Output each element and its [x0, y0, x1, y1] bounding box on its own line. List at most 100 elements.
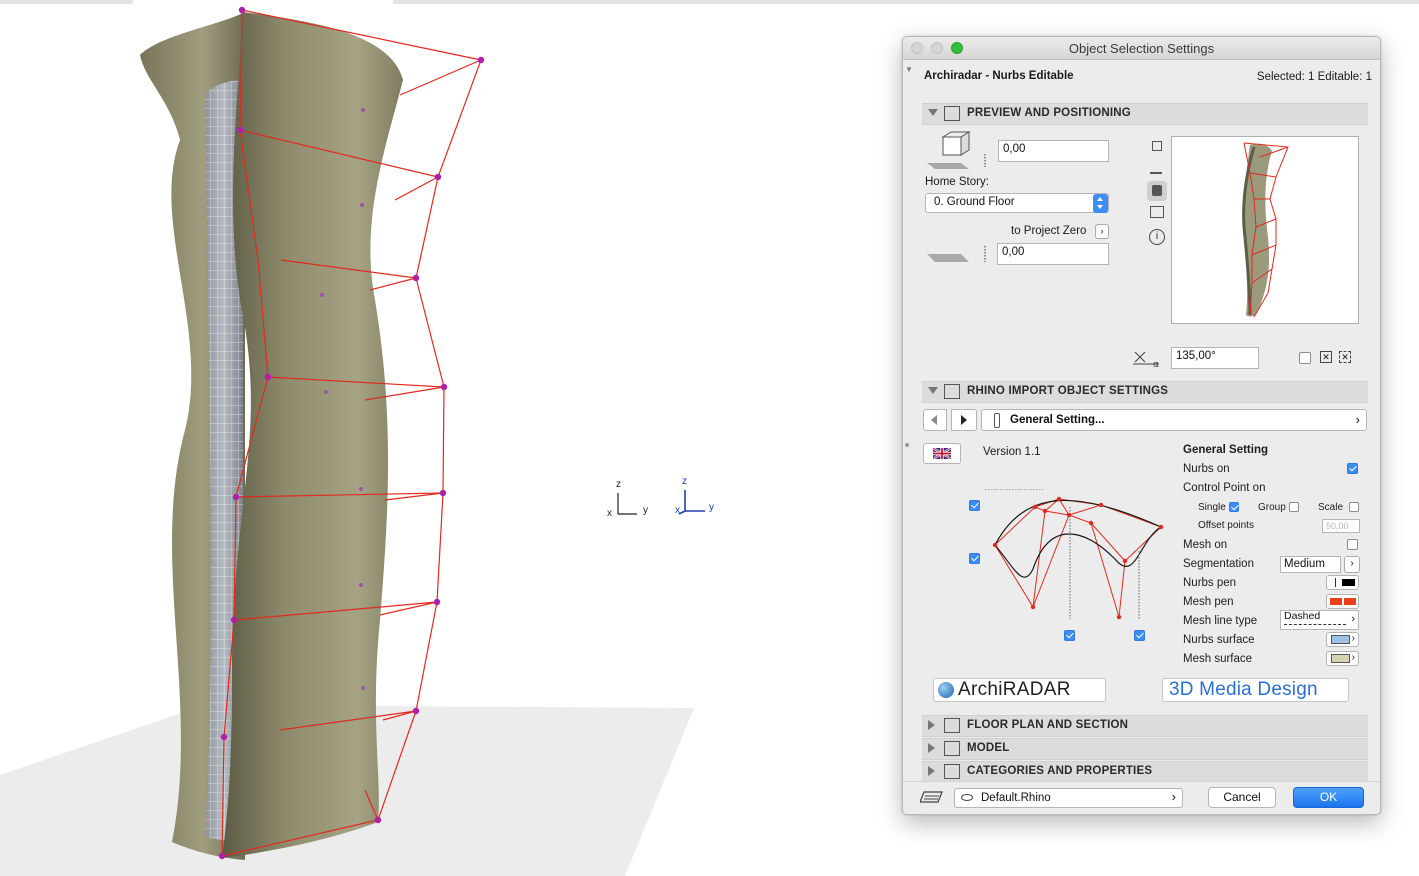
- section-view-icon[interactable]: [1150, 163, 1162, 174]
- offset-points-field[interactable]: 50,00: [1322, 519, 1360, 533]
- uk-flag-icon: [933, 448, 951, 459]
- section-rhino-import[interactable]: RHINO IMPORT OBJECT SETTINGS: [922, 381, 1368, 403]
- nurbs-on-label: Nurbs on: [1183, 463, 1230, 475]
- mesh-surface-label: Mesh surface: [1183, 653, 1253, 665]
- preview-render: [1242, 142, 1289, 318]
- section-model[interactable]: MODEL: [922, 738, 1368, 760]
- nurbs-pen-swatch: [1342, 579, 1355, 586]
- rotation-angle-field[interactable]: 135,00°: [1171, 347, 1259, 369]
- dialog-title: Object Selection Settings: [1068, 41, 1215, 56]
- project-zero-icon: [927, 246, 986, 262]
- mirror-x-icon[interactable]: ✕: [1320, 351, 1332, 363]
- segmentation-field[interactable]: Medium: [1280, 556, 1341, 573]
- next-page-button[interactable]: [951, 409, 977, 431]
- group-label: Group: [1258, 502, 1286, 513]
- to-project-zero-label: to Project Zero: [1011, 225, 1087, 237]
- 3d-media-design-logo[interactable]: 3D Media Design: [1162, 678, 1349, 702]
- segmentation-label: Segmentation: [1183, 558, 1254, 570]
- single-checkbox[interactable]: [1229, 502, 1239, 512]
- favorite-select[interactable]: Default.Rhino ›: [954, 788, 1183, 808]
- nurbs-surface-button[interactable]: ›: [1326, 632, 1359, 647]
- nurbs-pen-button[interactable]: [1326, 575, 1359, 590]
- setting-page-select[interactable]: General Setting... ›: [981, 409, 1367, 431]
- plan-view-icon[interactable]: [1152, 141, 1162, 151]
- axis-y-label-blue: y: [709, 502, 714, 513]
- language-flag-button[interactable]: [923, 443, 961, 464]
- floor-plan-icon: [944, 718, 960, 733]
- section-floor-plan[interactable]: FLOOR PLAN AND SECTION: [922, 715, 1368, 737]
- previous-page-button[interactable]: [923, 409, 947, 431]
- selection-info: Selected: 1 Editable: 1: [1256, 71, 1372, 83]
- resize-dot: [905, 443, 909, 447]
- home-story-stepper[interactable]: [1093, 194, 1108, 213]
- object-preview[interactable]: [1171, 136, 1359, 324]
- preview-positioning-icon: [944, 106, 960, 121]
- mesh-line-type-field[interactable]: Dashed ›: [1280, 610, 1359, 630]
- scale-label: Scale: [1318, 502, 1344, 513]
- nurbs-surface-swatch: [1331, 635, 1350, 644]
- single-label: Single: [1198, 502, 1226, 513]
- info-icon[interactable]: i: [1149, 229, 1165, 245]
- chevron-right-icon: ›: [1355, 412, 1360, 427]
- to-project-zero-chevron-icon[interactable]: ›: [1095, 224, 1109, 239]
- home-story-select[interactable]: 0. Ground Floor: [925, 193, 1109, 213]
- mirror-dashed-icon[interactable]: ✕: [1339, 351, 1351, 363]
- eye-icon: [961, 794, 973, 801]
- segmentation-chevron-icon[interactable]: ›: [1344, 556, 1360, 573]
- version-label: Version 1.1: [983, 446, 1041, 458]
- nurbs-pen-label: Nurbs pen: [1183, 577, 1237, 589]
- disclosure-closed-icon[interactable]: [928, 743, 935, 753]
- disclosure-open-icon[interactable]: [928, 387, 938, 394]
- model-view: [0, 6, 694, 876]
- diagram-checkbox-control-points[interactable]: [969, 500, 980, 511]
- globe-icon: [938, 682, 954, 698]
- disclosure-closed-icon[interactable]: [928, 766, 935, 776]
- elevation-icon: [927, 131, 986, 169]
- disclosure-open-icon[interactable]: [928, 109, 938, 116]
- axis-y-label: y: [643, 505, 648, 516]
- dialog-titlebar[interactable]: Object Selection Settings: [903, 37, 1380, 60]
- axis-z-label: z: [616, 479, 621, 490]
- project-zero-field[interactable]: 0,00: [997, 243, 1109, 265]
- rotation-angle-icon: α: [1133, 351, 1159, 368]
- elevation-field[interactable]: 0,00: [998, 140, 1109, 162]
- list-view-icon[interactable]: [1150, 206, 1164, 218]
- rhino-import-icon: [944, 384, 960, 399]
- mesh-pen-label: Mesh pen: [1183, 596, 1234, 608]
- front-shell: [222, 12, 403, 858]
- favorites-icon[interactable]: [920, 788, 946, 806]
- diagram-checkbox-mesh[interactable]: [1064, 630, 1075, 641]
- mesh-surface-button[interactable]: ›: [1326, 651, 1359, 666]
- axis-z-label-blue: z: [682, 476, 687, 487]
- nurbs-surface-label: Nurbs surface: [1183, 634, 1255, 646]
- mesh-pen-swatch: [1344, 598, 1356, 605]
- mesh-pen-button[interactable]: [1326, 594, 1359, 609]
- section-preview-positioning[interactable]: PREVIEW AND POSITIONING: [922, 103, 1368, 125]
- archiradar-logo[interactable]: ArchiRADAR: [933, 678, 1106, 702]
- nurbs-diagram: [985, 489, 1164, 620]
- group-checkbox[interactable]: [1289, 502, 1299, 512]
- nurbs-on-checkbox[interactable]: [1347, 463, 1358, 474]
- svg-text:α: α: [1153, 360, 1159, 368]
- cancel-button[interactable]: Cancel: [1208, 787, 1276, 808]
- home-story-label: Home Story:: [925, 176, 989, 188]
- object-selection-settings-dialog[interactable]: Object Selection Settings ▼ Archiradar -…: [902, 36, 1381, 815]
- ok-button[interactable]: OK: [1293, 787, 1364, 808]
- object-name: Archiradar - Nurbs Editable: [924, 70, 1074, 82]
- scale-checkbox[interactable]: [1349, 502, 1359, 512]
- categories-list-icon: [944, 764, 960, 779]
- diagram-checkbox-offset[interactable]: [1134, 630, 1145, 641]
- mesh-line-type-label: Mesh line type: [1183, 615, 1258, 627]
- 3d-view-icon[interactable]: [1147, 181, 1167, 201]
- section-categories[interactable]: CATEGORIES AND PROPERTIES: [922, 761, 1368, 783]
- collapse-dialog-icon[interactable]: ▼: [905, 65, 913, 74]
- chevron-right-icon: ›: [1171, 789, 1176, 804]
- mesh-on-label: Mesh on: [1183, 539, 1228, 551]
- diagram-checkbox-nurbs[interactable]: [969, 553, 980, 564]
- pencil-icon: [994, 413, 1000, 428]
- disclosure-closed-icon[interactable]: [928, 720, 935, 730]
- mirror-checkbox[interactable]: [1299, 352, 1311, 364]
- control-point-label: Control Point on: [1183, 482, 1266, 494]
- mesh-on-checkbox[interactable]: [1347, 539, 1358, 550]
- mesh-surface-swatch: [1331, 654, 1350, 663]
